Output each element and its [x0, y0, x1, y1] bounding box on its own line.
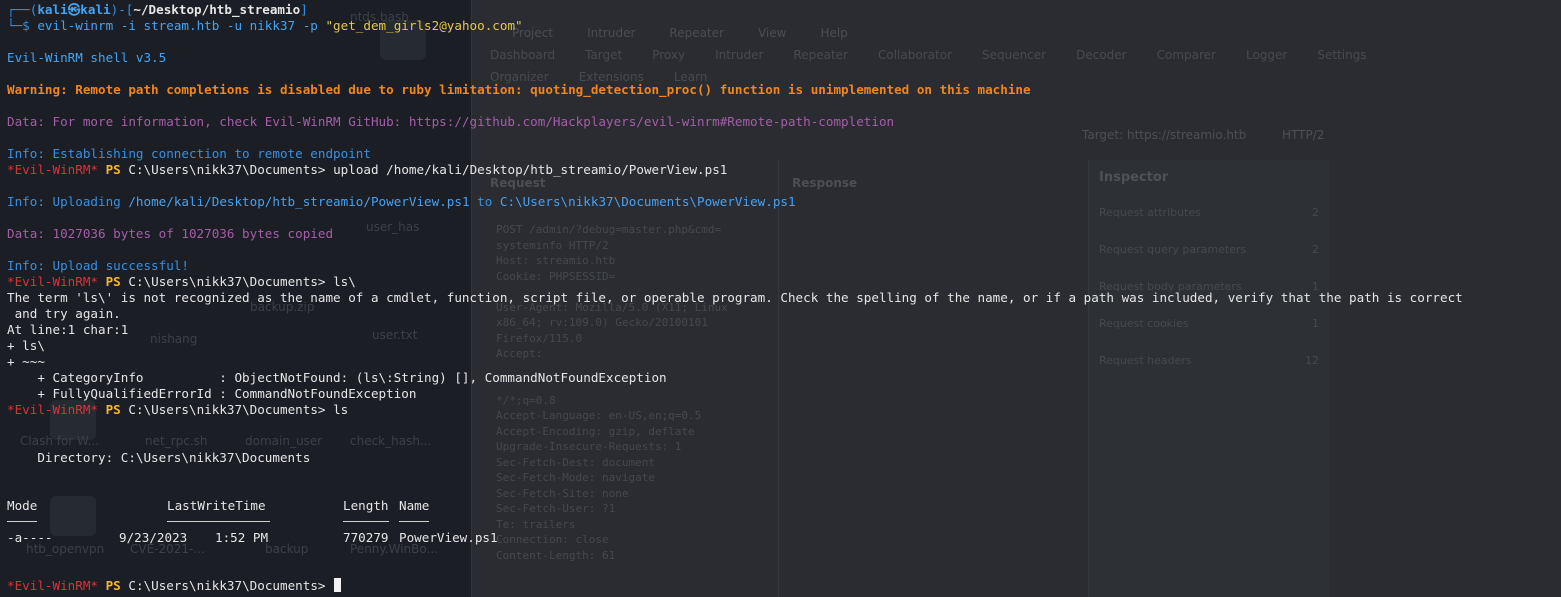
ps-cwd: C:\Users\nikk37\Documents>	[128, 274, 326, 289]
directory-line: Directory: C:\Users\nikk37\Documents	[7, 450, 311, 465]
shell-tag: *Evil-WinRM*	[7, 274, 98, 289]
ps-cwd: C:\Users\nikk37\Documents>	[128, 578, 326, 593]
ps-label: PS	[105, 402, 121, 417]
shell-tag: *Evil-WinRM*	[7, 578, 98, 593]
shell-command: evil-winrm -i stream.htb -u nikk37 -p	[37, 18, 326, 33]
listing-header-length: Length	[343, 498, 389, 513]
info-success-line: Info: Upload successful!	[7, 258, 189, 273]
prompt-frame: ]	[300, 2, 308, 17]
command-text: upload /home/kali/Desktop/htb_streamio/P…	[333, 162, 728, 177]
warning-line: Warning: Remote path completions is disa…	[7, 82, 1031, 97]
shell-tag: *Evil-WinRM*	[7, 402, 98, 417]
header-underline	[343, 521, 389, 522]
terminal[interactable]: ┌──(kali㉿kali)-[~/Desktop/htb_streamio] …	[0, 0, 1561, 597]
ps-prompt-ls: *Evil-WinRM* PS C:\Users\nikk37\Document…	[7, 402, 348, 418]
prompt-frame: )-[	[110, 2, 134, 17]
data-info-line: Data: For more information, check Evil-W…	[7, 114, 895, 129]
info-mid: to	[469, 194, 500, 209]
prompt-host: kali	[80, 2, 111, 17]
listing-cell-time: 1:52 PM	[215, 530, 269, 545]
error-line: + ~~~	[7, 354, 45, 369]
listing-cell-length: 770279	[343, 530, 389, 545]
text-cursor[interactable]	[334, 578, 342, 592]
prompt-frame: ┌──(	[7, 2, 38, 17]
upload-source-path: /home/kali/Desktop/htb_streamio/PowerVie…	[128, 194, 470, 209]
error-line: + CategoryInfo : ObjectNotFound: (ls\:St…	[7, 370, 667, 385]
info-connect-line: Info: Establishing connection to remote …	[7, 146, 371, 161]
error-line: and try again.	[7, 306, 121, 321]
listing-header-mode: Mode	[7, 498, 38, 513]
error-line: The term 'ls\' is not recognized as the …	[7, 290, 1463, 305]
shell-tag: *Evil-WinRM*	[7, 162, 98, 177]
listing-header-lastwritetime: LastWriteTime	[167, 498, 266, 513]
ps-label: PS	[105, 578, 121, 593]
error-line: At line:1 char:1	[7, 322, 129, 337]
header-underline	[399, 521, 429, 522]
ps-label: PS	[105, 162, 121, 177]
prompt-header: ┌──(kali㉿kali)-[~/Desktop/htb_streamio]	[7, 2, 308, 18]
password-argument: "get_dem_girls2@yahoo.com"	[325, 18, 523, 33]
ps-label: PS	[105, 274, 121, 289]
listing-cell-name: PowerView.ps1	[399, 530, 498, 545]
prompt-command-line: └─$ evil-winrm -i stream.htb -u nikk37 -…	[7, 18, 523, 34]
listing-cell-mode: -a----	[7, 530, 53, 545]
prompt-user: kali	[37, 2, 68, 17]
prompt-cwd: ~/Desktop/htb_streamio	[133, 2, 301, 17]
upload-dest-path: C:\Users\nikk37\Documents\PowerView.ps1	[499, 194, 796, 209]
data-bytes-line: Data: 1027036 bytes of 1027036 bytes cop…	[7, 226, 334, 241]
info-uploading-line: Info: Uploading /home/kali/Desktop/htb_s…	[7, 194, 796, 210]
command-text: ls\	[333, 274, 356, 289]
header-underline	[167, 521, 270, 522]
command-text: ls	[333, 402, 349, 417]
info-prefix: Info: Uploading	[7, 194, 129, 209]
header-underline	[7, 521, 37, 522]
banner-line: Evil-WinRM shell v3.5	[7, 50, 167, 65]
listing-header-name: Name	[399, 498, 430, 513]
ps-cwd: C:\Users\nikk37\Documents>	[128, 162, 326, 177]
prompt-frame: └─$	[7, 18, 30, 33]
ps-prompt-upload: *Evil-WinRM* PS C:\Users\nikk37\Document…	[7, 162, 727, 178]
error-line: + ls\	[7, 338, 45, 353]
error-line: + FullyQualifiedErrorId : CommandNotFoun…	[7, 386, 417, 401]
ps-prompt-current[interactable]: *Evil-WinRM* PS C:\Users\nikk37\Document…	[7, 578, 342, 594]
prompt-at-icon: ㉿	[67, 2, 81, 17]
ps-cwd: C:\Users\nikk37\Documents>	[128, 402, 326, 417]
listing-cell-date: 9/23/2023	[119, 530, 188, 545]
ps-prompt-ls-bs: *Evil-WinRM* PS C:\Users\nikk37\Document…	[7, 274, 356, 290]
